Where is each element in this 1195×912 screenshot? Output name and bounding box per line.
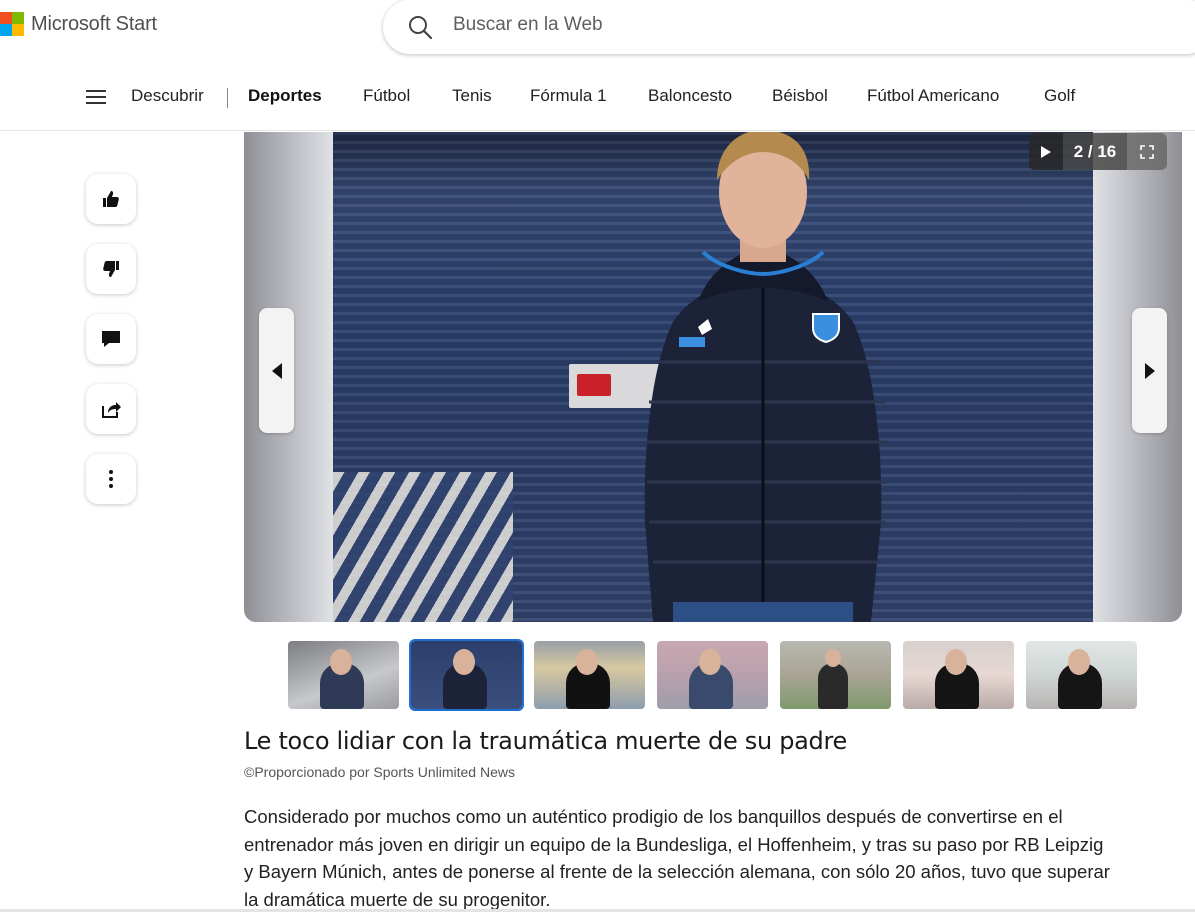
play-icon xyxy=(1041,145,1051,158)
next-slide-button[interactable] xyxy=(1132,308,1167,433)
slide-body-text: Considerado por muchos como un auténtico… xyxy=(244,806,1110,910)
nav-divider xyxy=(227,88,228,108)
nav-bottom-border xyxy=(0,130,1195,131)
thumbs-up-icon xyxy=(103,191,119,207)
dislike-button[interactable] xyxy=(86,244,136,294)
fullscreen-icon xyxy=(1140,144,1154,159)
nav-item-futbol-americano[interactable]: Fútbol Americano xyxy=(867,86,999,106)
nav-item-futbol[interactable]: Fútbol xyxy=(363,86,410,106)
microsoft-logo-icon xyxy=(0,12,24,36)
nav-item-golf[interactable]: Golf xyxy=(1044,86,1075,106)
more-options-button[interactable] xyxy=(86,454,136,504)
category-nav: Descubrir Deportes Fútbol Tenis Fórmula … xyxy=(0,72,1195,122)
play-button[interactable] xyxy=(1029,133,1063,170)
menu-icon[interactable] xyxy=(86,90,106,104)
thumbnail-strip xyxy=(288,639,1137,711)
slide-counter: 2 / 16 xyxy=(1063,133,1127,170)
like-button[interactable] xyxy=(86,174,136,224)
thumbnail-3[interactable] xyxy=(534,641,645,709)
slide-title: Le toco lidiar con la traumática muerte … xyxy=(244,727,847,755)
source-attribution: ©Proporcionado por Sports Unlimited News xyxy=(244,764,515,780)
slideshow xyxy=(244,132,1182,622)
previous-slide-button[interactable] xyxy=(259,308,294,433)
share-button[interactable] xyxy=(86,384,136,434)
share-icon xyxy=(102,402,121,418)
nav-item-beisbol[interactable]: Béisbol xyxy=(772,86,828,106)
nav-item-deportes[interactable]: Deportes xyxy=(248,86,322,106)
thumbnail-4[interactable] xyxy=(657,641,768,709)
chevron-right-icon xyxy=(1144,362,1155,379)
thumbnail-1[interactable] xyxy=(288,641,399,709)
comment-icon xyxy=(102,331,120,347)
nav-item-baloncesto[interactable]: Baloncesto xyxy=(648,86,732,106)
slide-photo xyxy=(333,132,1093,622)
thumbnail-5[interactable] xyxy=(780,641,891,709)
nav-item-formula-1[interactable]: Fórmula 1 xyxy=(530,86,607,106)
thumbnail-2[interactable] xyxy=(409,639,524,711)
header: Microsoft Start xyxy=(0,0,1195,55)
fullscreen-button[interactable] xyxy=(1127,133,1167,170)
search-bar[interactable] xyxy=(383,0,1195,54)
nav-item-tenis[interactable]: Tenis xyxy=(452,86,492,106)
search-input[interactable] xyxy=(453,14,853,36)
brand-name: Microsoft Start xyxy=(31,12,157,35)
slideshow-controls: 2 / 16 xyxy=(1029,133,1167,170)
comment-button[interactable] xyxy=(86,314,136,364)
thumbnail-6[interactable] xyxy=(903,641,1014,709)
microsoft-start-logo[interactable]: Microsoft Start xyxy=(0,12,157,36)
nav-item-descubrir[interactable]: Descubrir xyxy=(131,86,204,106)
chevron-left-icon xyxy=(271,362,282,379)
more-options-icon xyxy=(109,470,113,488)
search-icon[interactable] xyxy=(407,14,433,40)
thumbs-down-icon xyxy=(103,261,119,277)
thumbnail-7[interactable] xyxy=(1026,641,1137,709)
